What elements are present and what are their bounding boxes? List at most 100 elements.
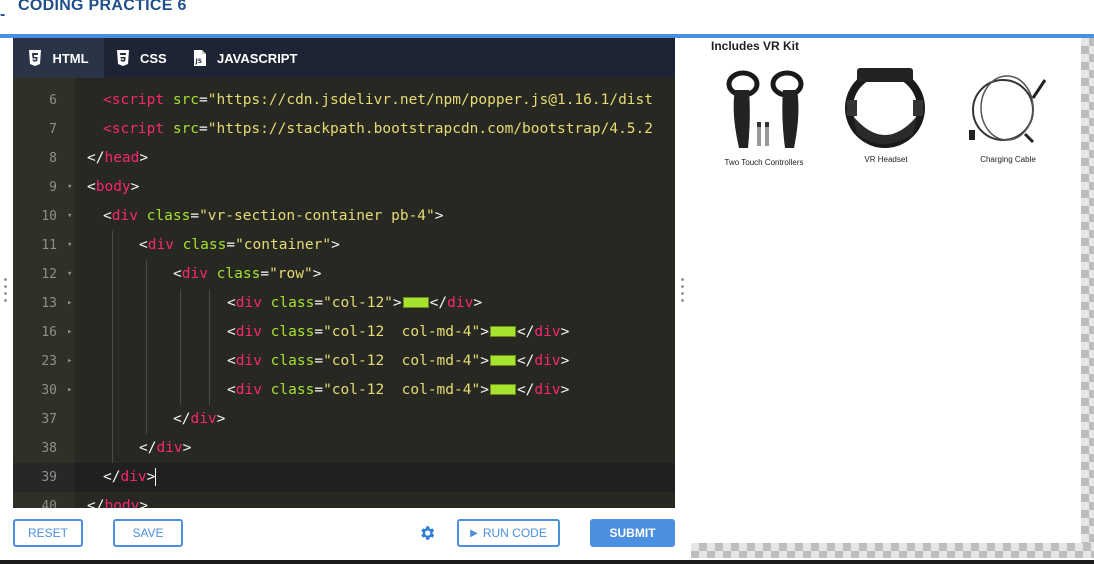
code-text: </div> [103, 468, 157, 486]
reset-button[interactable]: RESET [13, 519, 83, 547]
line-number: 13 [41, 296, 57, 311]
indent-guide [112, 376, 113, 405]
folded-code-marker[interactable] [489, 325, 516, 337]
indent-guide [209, 347, 210, 376]
submit-button[interactable]: SUBMIT [590, 519, 675, 547]
indent-guide [112, 347, 113, 376]
code-line[interactable]: 37 </div> [13, 405, 675, 434]
line-number: 9 [49, 180, 57, 195]
indent-guide [180, 318, 181, 347]
fold-arrow-icon[interactable]: ▾ [67, 202, 72, 231]
fold-arrow-icon[interactable]: ▾ [67, 260, 72, 289]
line-number: 40 [41, 499, 57, 508]
code-text: </body> [87, 498, 149, 508]
text-cursor [155, 468, 157, 486]
code-line[interactable]: 11 ▾ <div class="container"> [13, 231, 675, 260]
fold-arrow-icon[interactable]: ▾ [67, 231, 72, 260]
indent-guide [112, 289, 113, 318]
code-text: <script src="https://stackpath.bootstrap… [103, 121, 653, 137]
code-line[interactable]: 13 ▸ <div class="col-12"> </div> [13, 289, 675, 318]
save-button[interactable]: SAVE [113, 519, 183, 547]
run-code-button[interactable]: ▶ RUN CODE [457, 519, 560, 547]
indent-guide [112, 434, 113, 463]
item-label: Charging Cable [980, 155, 1036, 164]
code-line[interactable]: 8 </head> [13, 144, 675, 173]
code-text: <div class="col-12 col-md-4"> </div> [227, 324, 570, 340]
code-text: <body> [87, 179, 140, 195]
indent-guide [146, 289, 147, 318]
line-number: 39 [13, 463, 75, 492]
code-editor[interactable]: HTML CSS JS JAVASCRIPT 6 <script src="ht… [13, 38, 675, 508]
indent-guide [146, 318, 147, 347]
indent-guide [112, 260, 113, 289]
play-icon: ▶ [470, 527, 478, 539]
line-number: 6 [49, 93, 57, 108]
line-number: 12 [41, 267, 57, 282]
indent-guide [112, 318, 113, 347]
header-dash: - [0, 6, 6, 23]
output-preview: Includes VR Kit Two Touch Controllers VR… [691, 38, 1081, 543]
bottom-strip [0, 560, 1094, 564]
code-line[interactable]: 30 ▸ <div class="col-12 col-md-4"> </div> [13, 376, 675, 405]
preview-title: Includes VR Kit [711, 39, 800, 53]
line-number: 11 [41, 238, 57, 253]
fold-arrow-icon[interactable]: ▸ [67, 376, 72, 405]
indent-guide [180, 347, 181, 376]
code-line[interactable]: 16 ▸ <div class="col-12 col-md-4"> </div> [13, 318, 675, 347]
code-line[interactable]: 40 </body> [13, 492, 675, 508]
code-text: <div class="container"> [139, 237, 340, 253]
item-label: Two Touch Controllers [724, 158, 804, 167]
folded-code-marker[interactable] [489, 383, 516, 395]
line-number: 38 [41, 441, 57, 456]
indent-guide [209, 318, 210, 347]
fold-arrow-icon[interactable]: ▸ [67, 289, 72, 318]
code-line[interactable]: 6 <script src="https://cdn.jsdelivr.net/… [13, 86, 675, 115]
code-text: </div> [139, 440, 192, 456]
panel-resize-handle[interactable] [681, 278, 684, 306]
code-line[interactable]: 9 ▾ <body> [13, 173, 675, 202]
indent-guide [209, 289, 210, 318]
indent-guide [146, 376, 147, 405]
line-number: 30 [41, 383, 57, 398]
run-code-label: RUN CODE [482, 526, 547, 540]
left-resize-handle[interactable] [4, 278, 7, 306]
vr-headset-image [845, 68, 925, 148]
code-text: <script src="https://cdn.jsdelivr.net/np… [103, 92, 653, 108]
line-number: 7 [49, 122, 57, 137]
indent-guide [146, 405, 147, 434]
code-text: <div class="row"> [173, 266, 322, 282]
line-number: 16 [41, 325, 57, 340]
code-text: <div class="vr-section-container pb-4"> [103, 208, 444, 224]
code-text: <div class="col-12 col-md-4"> </div> [227, 353, 570, 369]
folded-code-marker[interactable] [489, 354, 516, 366]
code-line[interactable]: 38 </div> [13, 434, 675, 463]
code-text: </head> [87, 150, 149, 166]
indent-guide [112, 231, 113, 260]
code-line[interactable]: 12 ▾ <div class="row"> [13, 260, 675, 289]
top-header: - CODING PRACTICE 6 [0, 0, 1094, 34]
code-text: </div> [173, 411, 226, 427]
folded-code-marker[interactable] [402, 296, 429, 308]
line-number: 8 [49, 151, 57, 166]
fold-arrow-icon[interactable]: ▸ [67, 318, 72, 347]
code-line[interactable]: 10 ▾ <div class="vr-section-container pb… [13, 202, 675, 231]
gear-icon[interactable] [418, 524, 436, 542]
touch-controllers-image [726, 70, 804, 148]
indent-guide [112, 405, 113, 434]
line-number: 37 [41, 412, 57, 427]
code-line[interactable]: 7 <script src="https://stackpath.bootstr… [13, 115, 675, 144]
charging-cable-image [969, 75, 1047, 144]
preview-bottom-background [691, 543, 1094, 558]
indent-guide [146, 347, 147, 376]
code-line[interactable]: 23 ▸ <div class="col-12 col-md-4"> </div> [13, 347, 675, 376]
code-text: <div class="col-12"> </div> [227, 295, 483, 311]
fold-arrow-icon[interactable]: ▾ [67, 173, 72, 202]
indent-guide [146, 260, 147, 289]
code-text: <div class="col-12 col-md-4"> </div> [227, 382, 570, 398]
indent-guide [209, 376, 210, 405]
preview-scroll-background [1081, 38, 1094, 558]
code-line-current[interactable]: 39 </div> [13, 463, 675, 492]
indent-guide [180, 289, 181, 318]
item-label: VR Headset [864, 155, 908, 164]
fold-arrow-icon[interactable]: ▸ [67, 347, 72, 376]
